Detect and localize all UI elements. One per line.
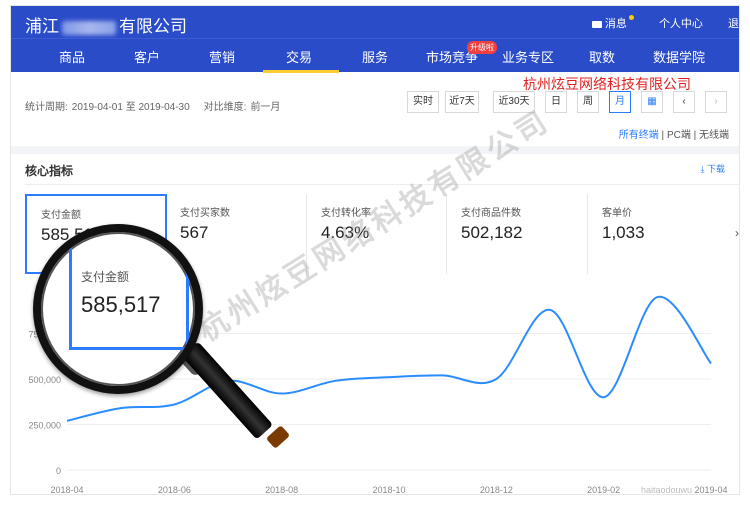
- btn-day[interactable]: 日: [545, 91, 567, 113]
- magnified-metric-box: [69, 232, 189, 350]
- metric-value: 1,033: [602, 223, 645, 242]
- x-tick-label: 2019-04: [694, 485, 727, 495]
- notification-dot: [628, 15, 634, 20]
- btn-week[interactable]: 周: [577, 91, 599, 113]
- envelope-icon: [591, 20, 602, 28]
- metric-label: 支付买家数: [180, 208, 230, 219]
- btn-month[interactable]: 月: [609, 91, 631, 113]
- nav-item-academy[interactable]: 数据学院: [653, 47, 705, 66]
- metric-items[interactable]: 支付商品件数 502,182: [446, 194, 587, 274]
- top-bar: 浦江 有限公司 消息 个人中心 退: [11, 6, 739, 38]
- nav-item-service[interactable]: 服务: [362, 47, 388, 66]
- download-link[interactable]: ⤓ 下载: [701, 162, 726, 175]
- profile-link[interactable]: 个人中心: [659, 18, 703, 30]
- upgrade-badge: 升级啦: [467, 41, 497, 54]
- chevron-right-icon[interactable]: ›: [705, 91, 727, 113]
- main-nav: 商品 客户 营销 交易 服务 市场竞争 升级啦 业务专区 取数 数据学院: [11, 38, 739, 73]
- divider: [25, 184, 739, 185]
- terminal-wireless[interactable]: 无线端: [699, 130, 729, 141]
- calendar-icon[interactable]: ▦: [641, 91, 663, 113]
- messages-link[interactable]: 消息: [591, 15, 634, 30]
- x-tick-label: 2018-04: [50, 485, 83, 495]
- y-tick-label: 0: [56, 466, 61, 476]
- magnified-value: 585,517: [81, 292, 161, 317]
- metric-avg-order[interactable]: 客单价 1,033: [587, 194, 727, 274]
- nav-item-trade[interactable]: 交易: [286, 47, 312, 66]
- metric-value: 502,182: [461, 223, 523, 242]
- top-right-links: 消息 个人中心 退: [591, 15, 739, 31]
- terminal-selector: 所有终端 | PC端 | 无线端: [618, 130, 729, 141]
- magnified-label: 支付金额: [81, 270, 130, 284]
- btn-7days[interactable]: 近7天: [445, 91, 479, 113]
- x-tick-label: 2018-08: [265, 485, 298, 495]
- chevron-right-icon[interactable]: ›: [735, 226, 739, 240]
- nav-item-goods[interactable]: 商品: [59, 47, 85, 66]
- period-info: 统计周期: 2019-04-01 至 2019-04-30 对比维度: 前一月: [25, 102, 281, 113]
- terminal-pc[interactable]: PC端: [667, 130, 691, 141]
- nav-item-data-fetch[interactable]: 取数: [589, 47, 615, 66]
- y-tick-label: 500,000: [28, 375, 61, 385]
- corner-watermark: haitaodouwu: [641, 485, 693, 495]
- chevron-left-icon[interactable]: ‹: [673, 91, 695, 113]
- nav-item-business[interactable]: 业务专区: [502, 47, 554, 66]
- x-tick-label: 2018-06: [158, 485, 191, 495]
- filter-bar: 统计周期: 2019-04-01 至 2019-04-30 对比维度: 前一月 杭州炫…: [11, 72, 739, 154]
- btn-realtime[interactable]: 实时: [407, 91, 439, 113]
- x-tick-label: 2018-10: [372, 485, 405, 495]
- metric-label: 支付商品件数: [461, 208, 521, 219]
- y-tick-label: 250,000: [28, 421, 61, 431]
- x-tick-label: 2018-12: [480, 485, 513, 495]
- logout-link[interactable]: 退: [728, 18, 739, 30]
- metric-label: 支付金额: [41, 210, 81, 221]
- blurred-name: [62, 20, 116, 35]
- shop-name: 浦江 有限公司: [25, 17, 187, 36]
- metric-label: 客单价: [602, 208, 632, 219]
- core-metrics-title: 核心指标: [25, 164, 74, 178]
- nav-item-marketing[interactable]: 营销: [209, 47, 235, 66]
- nav-item-customers[interactable]: 客户: [134, 47, 160, 66]
- x-tick-label: 2019-02: [587, 485, 620, 495]
- terminal-all[interactable]: 所有终端: [619, 130, 659, 141]
- magnifier-lens: 支付金额 585,517: [33, 224, 203, 394]
- app-window: 浦江 有限公司 消息 个人中心 退 商品 客户 营销 交易 服务 市场竞争 升级啦…: [10, 5, 740, 495]
